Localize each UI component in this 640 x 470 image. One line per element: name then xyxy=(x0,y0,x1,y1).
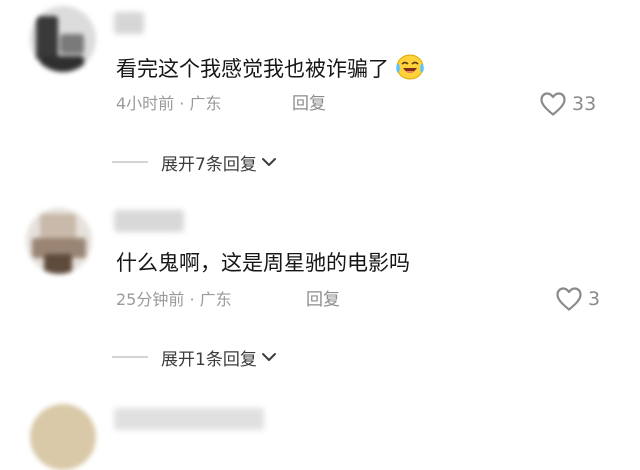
avatar[interactable] xyxy=(30,404,96,470)
reply-button[interactable]: 回复 xyxy=(292,93,326,115)
chevron-down-icon xyxy=(261,158,276,166)
expand-replies-button[interactable]: 展开1条回复 xyxy=(112,345,277,370)
like-count: 3 xyxy=(588,288,601,310)
heart-outline-icon xyxy=(540,92,566,116)
expand-replies-label: 展开7条回复 xyxy=(161,154,257,175)
comment-text-content: 什么鬼啊，这是周星驰的电影吗 xyxy=(116,251,410,275)
username[interactable] xyxy=(114,408,264,430)
heart-outline-icon xyxy=(556,287,582,311)
expand-replies-label: 展开1条回复 xyxy=(161,349,257,370)
comment-item: 看完这个我感觉我也被诈骗了 4小时前 · 广东 回复 33 展开7条回复 xyxy=(0,0,640,175)
divider-line xyxy=(112,161,148,163)
comment-text-content: 看完这个我感觉我也被诈骗了 xyxy=(116,57,389,81)
divider-line xyxy=(112,356,148,358)
chevron-down-icon xyxy=(261,353,276,361)
laughing-crying-emoji-icon xyxy=(396,54,424,80)
reply-button[interactable]: 回复 xyxy=(306,289,340,311)
like-button[interactable]: 33 xyxy=(539,90,596,118)
comment-meta: 25分钟前 · 广东 xyxy=(116,290,232,309)
username[interactable] xyxy=(114,210,184,232)
comment-item: 什么鬼啊，这是周星驰的电影吗 25分钟前 · 广东 回复 3 展开1条回复 xyxy=(0,190,640,375)
comment-text: 什么鬼啊，这是周星驰的电影吗 xyxy=(116,249,410,277)
expand-replies-button[interactable]: 展开7条回复 xyxy=(112,150,277,175)
like-button[interactable]: 3 xyxy=(555,285,600,313)
avatar[interactable] xyxy=(26,208,92,274)
comment-item xyxy=(0,398,640,470)
comment-meta: 4小时前 · 广东 xyxy=(116,94,222,113)
comment-text: 看完这个我感觉我也被诈骗了 xyxy=(116,52,425,83)
username[interactable] xyxy=(114,12,144,34)
avatar[interactable] xyxy=(30,6,96,72)
like-count: 33 xyxy=(572,93,597,115)
